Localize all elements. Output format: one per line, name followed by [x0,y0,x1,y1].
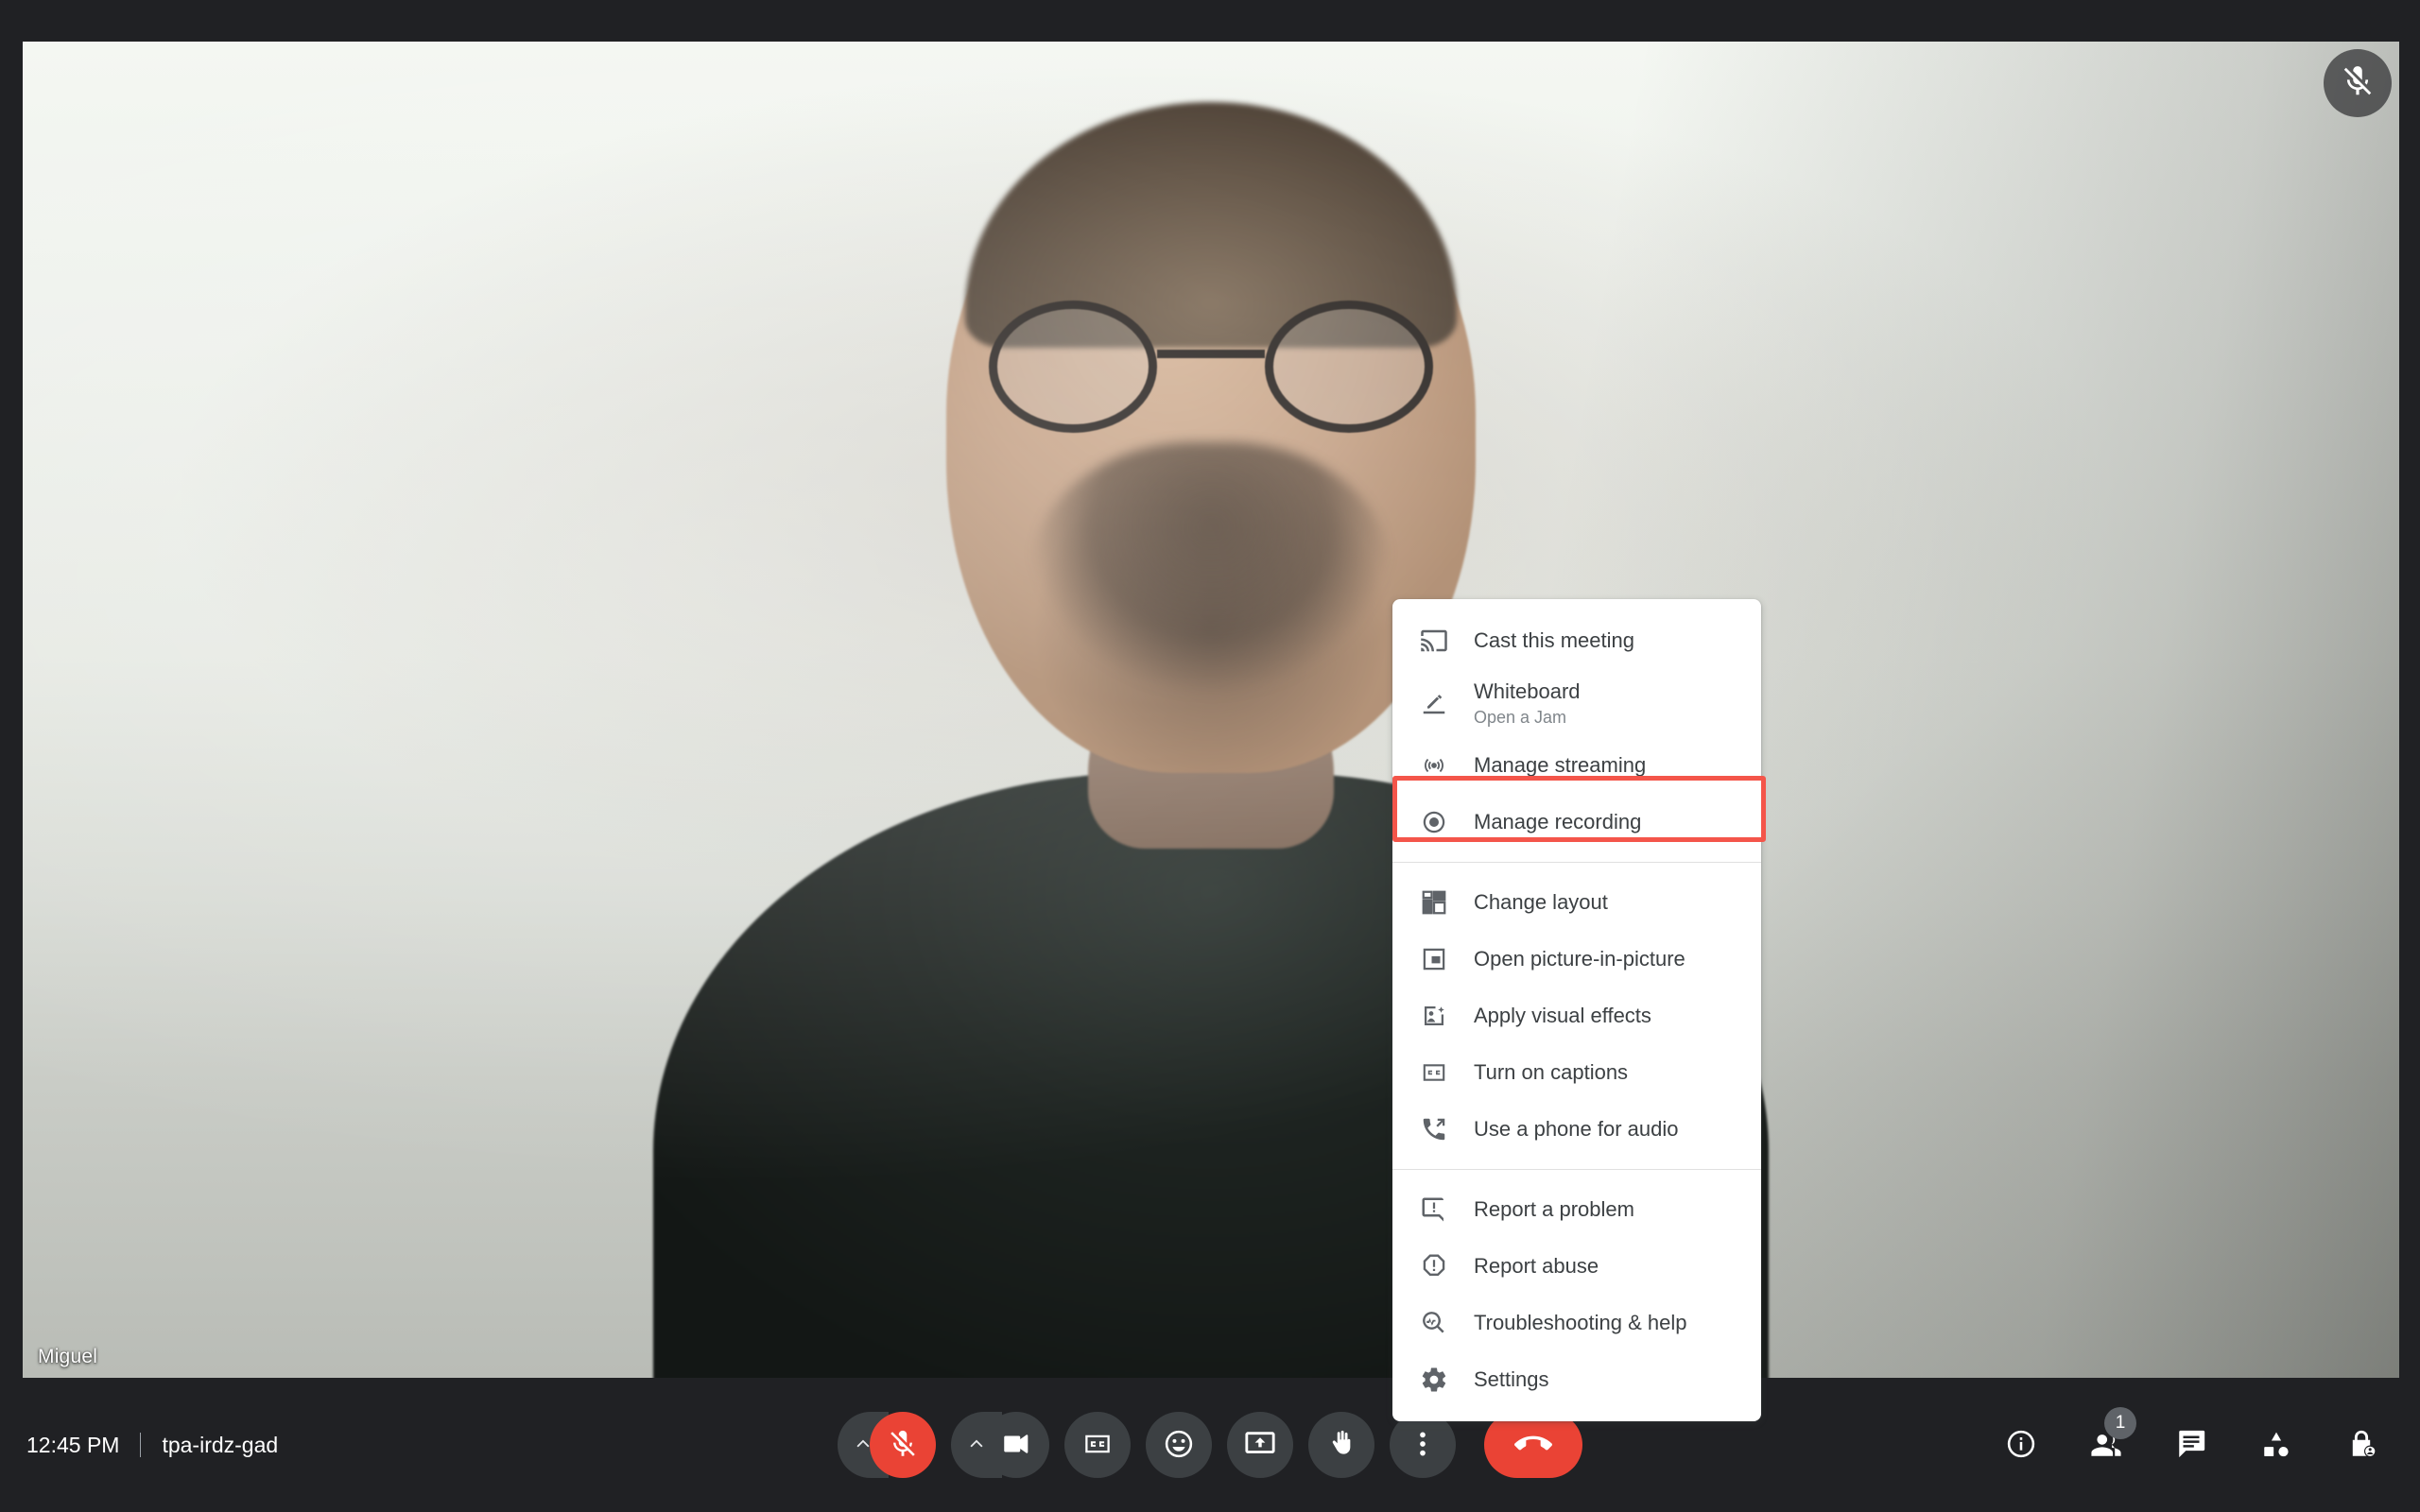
microphone-control-group [838,1412,936,1478]
divider [140,1433,142,1457]
phone-audio-icon [1415,1110,1453,1148]
menu-item-label: Troubleshooting & help [1474,1311,1687,1334]
menu-item-troubleshooting-help[interactable]: Troubleshooting & help [1392,1295,1761,1351]
more-vertical-icon [1407,1428,1439,1463]
report-abuse-icon [1415,1247,1453,1285]
menu-item-label: Manage recording [1474,810,1642,833]
camera-control-group [951,1412,1049,1478]
cast-icon [1415,622,1453,660]
manage-recording-icon [1415,803,1453,841]
picture-in-picture-icon [1415,940,1453,978]
glasses-right-lens [1265,301,1433,433]
activities-button[interactable] [2242,1411,2310,1479]
menu-item-turn-on-captions[interactable]: Turn on captions [1392,1044,1761,1101]
beard-shape [1031,442,1391,726]
info-circle-icon [2005,1428,2037,1463]
center-controls [838,1412,1582,1478]
chat-bubble-icon [2175,1428,2207,1463]
raise-hand-button[interactable] [1308,1412,1374,1478]
participant-name-label: Miguel [38,1346,98,1367]
meeting-info-text: 12:45 PM tpa-irdz-gad [26,1433,278,1458]
menu-item-label: Open picture-in-picture [1474,947,1685,971]
change-layout-icon [1415,884,1453,921]
glasses-bridge [1157,350,1265,358]
menu-item-use-a-phone-for-audio[interactable]: Use a phone for audio [1392,1101,1761,1158]
activities-shapes-icon [2264,1432,2289,1457]
meeting-code: tpa-irdz-gad [162,1432,279,1457]
mic-toggle-button[interactable] [870,1412,936,1478]
menu-item-open-picture-in-picture[interactable]: Open picture-in-picture [1392,931,1761,988]
reactions-button[interactable] [1146,1412,1212,1478]
menu-item-label: Change layout [1474,890,1608,914]
more-options-button[interactable] [1390,1412,1456,1478]
captions-toggle-button[interactable] [1064,1412,1131,1478]
menu-item-cast-this-meeting[interactable]: Cast this meeting [1392,612,1761,669]
video-camera-icon [1000,1428,1032,1463]
more-options-menu[interactable]: Cast this meeting Whiteboard Open a Jam … [1392,599,1761,1421]
raised-hand-icon [1325,1428,1357,1463]
leave-call-button[interactable] [1484,1412,1582,1478]
host-controls-button[interactable] [2327,1411,2395,1479]
meet-window: Miguel Cast this meeting Whiteboard Open… [0,0,2420,1512]
menu-item-whiteboard[interactable]: Whiteboard Open a Jam [1392,669,1761,737]
video-stage: Miguel [23,42,2399,1378]
menu-item-change-layout[interactable]: Change layout [1392,874,1761,931]
menu-item-sublabel: Open a Jam [1474,707,1567,727]
show-everyone-button[interactable]: 1 [2072,1407,2140,1479]
menu-divider [1392,1169,1761,1170]
tile-mic-off-indicator [2324,49,2392,117]
present-now-button[interactable] [1227,1412,1293,1478]
menu-item-label: Manage streaming [1474,753,1647,777]
report-problem-icon [1415,1191,1453,1228]
participant-silhouette [23,42,2399,1378]
camera-toggle-button[interactable] [983,1412,1049,1478]
menu-item-label: Settings [1474,1367,1549,1391]
menu-item-report-a-problem[interactable]: Report a problem [1392,1181,1761,1238]
menu-item-label: Report abuse [1474,1254,1599,1278]
menu-item-settings[interactable]: Settings [1392,1351,1761,1408]
visual-effects-icon [1415,997,1453,1035]
menu-item-label: Apply visual effects [1474,1004,1651,1027]
whiteboard-pen-icon [1415,684,1453,722]
menu-item-manage-recording[interactable]: Manage recording [1392,794,1761,850]
closed-captions-icon [1415,1054,1453,1091]
host-lock-icon [2345,1428,2377,1463]
manage-streaming-icon [1415,747,1453,784]
clock-time: 12:45 PM [26,1432,120,1457]
present-screen-icon [1244,1428,1276,1463]
menu-item-manage-streaming[interactable]: Manage streaming [1392,737,1761,794]
glasses-left-lens [989,301,1157,433]
bottom-toolbar: 12:45 PM tpa-irdz-gad 1 [0,1378,2420,1512]
mic-off-icon [2340,63,2376,104]
settings-gear-icon [1415,1361,1453,1399]
chat-button[interactable] [2157,1411,2225,1479]
glasses-shape [989,301,1433,433]
menu-item-label: Cast this meeting [1474,628,1634,652]
menu-item-label: Whiteboard [1474,679,1581,703]
menu-item-label: Report a problem [1474,1197,1634,1221]
hangup-phone-icon [1514,1425,1552,1466]
participant-video-feed [23,42,2399,1378]
closed-captions-icon [1081,1428,1114,1463]
menu-item-apply-visual-effects[interactable]: Apply visual effects [1392,988,1761,1044]
meeting-details-button[interactable] [1987,1411,2055,1479]
menu-item-label: Use a phone for audio [1474,1117,1679,1141]
menu-divider [1392,862,1761,863]
mic-off-icon [887,1428,919,1463]
participant-count-badge: 1 [2104,1407,2136,1439]
emoji-smile-icon [1163,1428,1195,1463]
right-controls: 1 [1987,1407,2395,1479]
menu-item-report-abuse[interactable]: Report abuse [1392,1238,1761,1295]
menu-item-label: Turn on captions [1474,1060,1629,1084]
troubleshooting-icon [1415,1304,1453,1342]
